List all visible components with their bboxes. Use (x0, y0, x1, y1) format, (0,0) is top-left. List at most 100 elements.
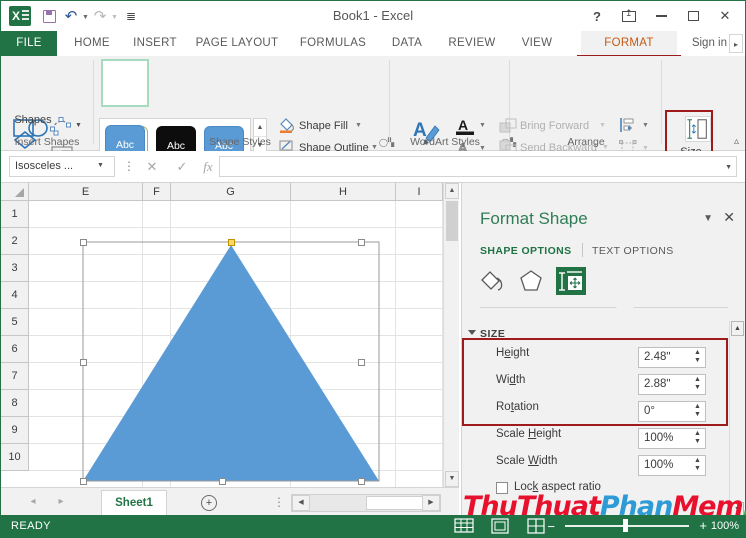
resize-handle-middle-left[interactable] (80, 359, 87, 366)
horizontal-scroll-thumb[interactable] (366, 496, 428, 510)
row-header-5[interactable]: 5 (1, 309, 29, 336)
scroll-left-icon[interactable]: ◀ (292, 495, 310, 511)
row-header-9[interactable]: 9 (1, 417, 29, 444)
confirm-check-icon[interactable]: ✓ (169, 156, 195, 177)
zoom-in-button[interactable]: + (699, 518, 707, 533)
pane-vertical-scrollbar[interactable]: ▲ ▼ (729, 321, 744, 517)
tab-page-layout[interactable]: PAGE LAYOUT (191, 31, 283, 56)
row-header-8[interactable]: 8 (1, 390, 29, 417)
cancel-icon[interactable]: ✕ (139, 156, 165, 177)
select-all-corner[interactable] (1, 183, 29, 201)
text-fill-dropdown-icon[interactable]: ▼ (479, 122, 486, 129)
align-objects-icon[interactable] (619, 117, 637, 133)
tab-insert[interactable]: INSERT (127, 31, 183, 56)
resize-handle-top-right[interactable] (358, 239, 365, 246)
tab-overflow-icon[interactable]: ▸ (729, 34, 743, 53)
column-header-f[interactable]: F (143, 183, 171, 201)
scale-height-field[interactable]: 100% ▲ ▼ (638, 428, 706, 449)
close-button[interactable]: ✕ (709, 4, 741, 28)
tab-view[interactable]: VIEW (513, 31, 561, 56)
fill-and-line-icon[interactable] (478, 267, 508, 295)
scale-width-spin-down-icon[interactable]: ▼ (691, 465, 704, 474)
resize-handle-top-left[interactable] (80, 239, 87, 246)
gallery-scroll-up-icon[interactable]: ▲ (254, 119, 266, 137)
resize-handle-bottom-right[interactable] (358, 478, 365, 485)
row-header-2[interactable]: 2 (1, 228, 29, 255)
row-header-10[interactable]: 10 (1, 444, 29, 471)
bring-forward-dropdown-icon[interactable]: ▼ (599, 122, 606, 129)
tab-data[interactable]: DATA (383, 31, 431, 56)
sheet-tab-sheet1[interactable]: Sheet1 (101, 490, 167, 516)
tab-review[interactable]: REVIEW (441, 31, 503, 56)
shape-fill-button[interactable]: Shape Fill (299, 120, 348, 132)
width-field[interactable]: 2.88ʺ ▲ ▼ (638, 374, 706, 395)
tab-home[interactable]: HOME (65, 31, 119, 56)
scale-width-field[interactable]: 100% ▲ ▼ (638, 455, 706, 476)
sign-in-link[interactable]: Sign in (692, 31, 727, 56)
restore-button[interactable] (677, 4, 709, 28)
column-header-e[interactable]: E (29, 183, 143, 201)
edit-shape-dropdown-icon[interactable]: ▼ (75, 122, 82, 129)
text-fill-icon[interactable]: A (455, 116, 475, 136)
pane-scroll-up-icon[interactable]: ▲ (731, 321, 744, 336)
column-header-i[interactable]: I (396, 183, 443, 201)
column-header-h[interactable]: H (291, 183, 396, 201)
name-box-dropdown-icon[interactable]: ▼ (97, 162, 104, 169)
vertical-scroll-thumb[interactable] (446, 201, 458, 241)
align-dropdown-icon[interactable]: ▼ (642, 122, 649, 129)
size-section-toggle-icon[interactable] (468, 330, 476, 335)
tab-shape-options[interactable]: SHAPE OPTIONS (480, 245, 572, 257)
row-header-1[interactable]: 1 (1, 201, 29, 228)
page-layout-view-icon[interactable] (489, 518, 511, 534)
collapse-ribbon-icon[interactable]: ▵ (734, 136, 739, 147)
horizontal-scrollbar[interactable]: ◀ ▶ (291, 494, 441, 512)
tab-formulas[interactable]: FORMULAS (295, 31, 371, 56)
close-icon[interactable]: ✕ (723, 209, 735, 226)
previous-sheet-icon[interactable]: ◂ (25, 496, 41, 507)
height-spin-down-icon[interactable]: ▼ (691, 357, 704, 366)
row-header-7[interactable]: 7 (1, 363, 29, 390)
effects-icon[interactable] (516, 267, 546, 295)
scroll-up-icon[interactable]: ▲ (445, 183, 459, 199)
tab-format[interactable]: FORMAT (581, 31, 677, 56)
shape-fill-dropdown-icon[interactable]: ▼ (355, 122, 362, 129)
height-field[interactable]: 2.48ʺ ▲ ▼ (638, 347, 706, 368)
zoom-out-button[interactable]: − (547, 519, 555, 534)
ribbon-display-options-button[interactable] (613, 4, 645, 28)
rotation-field[interactable]: 0° ▲ ▼ (638, 401, 706, 422)
row-header-6[interactable]: 6 (1, 336, 29, 363)
column-header-g[interactable]: G (171, 183, 291, 201)
insert-function-icon[interactable]: fx (195, 156, 221, 177)
width-spin-down-icon[interactable]: ▼ (691, 384, 704, 393)
page-break-view-icon[interactable] (525, 518, 547, 534)
size-and-properties-tab[interactable] (556, 267, 586, 295)
scroll-right-icon[interactable]: ▶ (422, 495, 440, 511)
rotation-spin-down-icon[interactable]: ▼ (691, 411, 704, 420)
shape-fill-icon[interactable] (279, 118, 295, 133)
tab-file[interactable]: FILE (1, 31, 57, 56)
resize-handle-bottom-left[interactable] (80, 478, 87, 485)
help-button[interactable]: ? (581, 4, 613, 28)
next-sheet-icon[interactable]: ▸ (53, 496, 69, 507)
zoom-slider-thumb[interactable] (623, 519, 628, 532)
bring-forward-button[interactable]: Bring Forward (520, 120, 589, 132)
normal-view-icon[interactable] (453, 518, 475, 534)
zoom-level[interactable]: 100% (711, 520, 739, 532)
rotation-handle[interactable] (228, 239, 235, 246)
formula-bar-expand-icon[interactable]: ▼ (725, 164, 732, 171)
scroll-down-icon[interactable]: ▼ (445, 471, 459, 487)
row-header-4[interactable]: 4 (1, 282, 29, 309)
scale-height-spin-down-icon[interactable]: ▼ (691, 438, 704, 447)
size-icon[interactable] (685, 116, 711, 142)
formula-input[interactable]: ▼ (219, 156, 737, 177)
resize-handle-bottom-center[interactable] (219, 478, 226, 485)
cell-area[interactable] (29, 201, 443, 487)
row-header-3[interactable]: 3 (1, 255, 29, 282)
vertical-scrollbar[interactable]: ▲ ▼ (443, 183, 459, 487)
zoom-slider[interactable] (565, 525, 689, 527)
pane-menu-icon[interactable]: ▼ (703, 213, 713, 224)
plus-circle-icon[interactable]: + (201, 495, 217, 511)
bring-forward-icon[interactable] (499, 118, 517, 134)
edit-shape-icon[interactable] (49, 116, 73, 136)
tab-text-options[interactable]: TEXT OPTIONS (592, 245, 674, 257)
